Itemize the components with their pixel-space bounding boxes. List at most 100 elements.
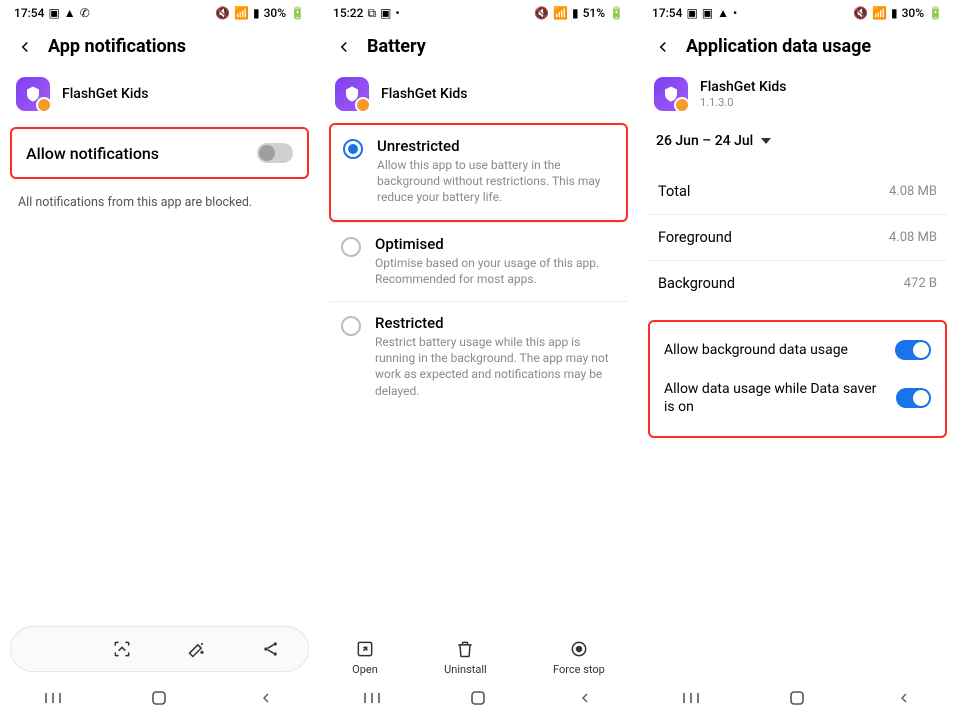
wifi-icon: 📶 — [234, 7, 249, 19]
usage-val: 472 B — [904, 276, 937, 291]
radio-icon[interactable] — [341, 237, 361, 257]
app-row[interactable]: FlashGet Kids 1.1.3.0 — [638, 71, 957, 123]
allow-notifications-row[interactable]: Allow notifications — [10, 127, 309, 179]
app-icon — [654, 77, 688, 111]
switch-label: Allow data usage while Data saver is on — [664, 380, 884, 416]
wifi-icon: 📶 — [553, 7, 568, 19]
usage-total: Total 4.08 MB — [648, 169, 947, 215]
phone-battery: 15:22 ⧉ ▣ • 🔇 📶 ▮ 51% 🔋 Battery — [319, 0, 638, 718]
status-time: 17:54 — [14, 6, 44, 20]
dot-icon: • — [733, 7, 737, 19]
radio-title: Optimised — [375, 235, 616, 253]
radio-desc: Allow this app to use battery in the bac… — [377, 157, 614, 206]
album-icon: ▣ — [48, 7, 59, 19]
usage-val: 4.08 MB — [889, 230, 937, 245]
nav-bar — [0, 684, 319, 712]
app-name: FlashGet Kids — [700, 79, 787, 95]
album-icon: ▣ — [380, 7, 391, 19]
blocked-note: All notifications from this app are bloc… — [0, 187, 319, 218]
share-icon[interactable] — [251, 634, 291, 664]
force-stop-button[interactable]: Force stop — [553, 639, 605, 676]
chevron-down-icon — [761, 138, 771, 144]
phone-data-usage: 17:54 ▣ ▣ ▲ • 🔇 📶 ▮ 30% 🔋 Application da… — [638, 0, 957, 718]
period-selector[interactable]: 26 Jun – 24 Jul — [638, 123, 957, 157]
whatsapp-icon: ✆ — [80, 7, 90, 19]
edit-icon[interactable] — [177, 634, 217, 664]
app-row[interactable]: FlashGet Kids — [319, 71, 638, 123]
action-label: Uninstall — [444, 663, 487, 676]
nav-home[interactable] — [456, 688, 500, 708]
radio-desc: Optimise based on your usage of this app… — [375, 255, 616, 287]
usage-key: Total — [658, 183, 690, 200]
wifi-icon: 📶 — [872, 7, 887, 19]
usage-val: 4.08 MB — [889, 184, 937, 199]
switch-background-data[interactable]: Allow background data usage — [656, 330, 939, 370]
signal-icon: ▮ — [253, 7, 260, 19]
battery-pct: 30% — [264, 6, 286, 20]
action-label: Force stop — [553, 663, 605, 676]
switch-toggle[interactable] — [896, 388, 931, 408]
status-bar: 15:22 ⧉ ▣ • 🔇 📶 ▮ 51% 🔋 — [319, 0, 638, 22]
header: Battery — [319, 22, 638, 71]
signal-icon: ▮ — [891, 7, 898, 19]
nav-recents[interactable] — [31, 688, 75, 708]
nav-bar — [638, 684, 957, 712]
scan-icon[interactable] — [102, 634, 142, 664]
nav-back[interactable] — [563, 688, 607, 708]
battery-icon: 🔋 — [609, 7, 624, 19]
radio-restricted[interactable]: Restricted Restrict battery usage while … — [329, 301, 628, 413]
album-icon: ▣ — [702, 7, 713, 19]
app-icon — [16, 77, 50, 111]
mute-icon: 🔇 — [534, 7, 549, 19]
app-version: 1.1.3.0 — [700, 96, 787, 109]
radio-icon[interactable] — [341, 316, 361, 336]
page-title: App notifications — [48, 36, 186, 57]
nav-recents[interactable] — [350, 688, 394, 708]
back-button[interactable] — [16, 38, 34, 56]
period-label: 26 Jun – 24 Jul — [656, 133, 753, 149]
action-bar: Open Uninstall Force stop — [319, 639, 638, 676]
switch-label: Allow background data usage — [664, 341, 848, 359]
app-icon — [335, 77, 369, 111]
switch-toggle[interactable] — [895, 340, 931, 360]
nav-recents[interactable] — [669, 688, 713, 708]
album-icon: ▣ — [686, 7, 697, 19]
warning-icon: ▲ — [717, 7, 729, 19]
battery-pct: 30% — [902, 6, 924, 20]
radio-title: Unrestricted — [377, 137, 614, 155]
mute-icon: 🔇 — [215, 7, 230, 19]
back-button[interactable] — [335, 38, 353, 56]
signal-icon: ▮ — [572, 7, 579, 19]
dot-icon: • — [395, 7, 399, 19]
pill-slot-empty — [28, 634, 68, 664]
warning-icon: ▲ — [64, 7, 76, 19]
nav-back[interactable] — [244, 688, 288, 708]
usage-key: Background — [658, 275, 735, 292]
status-time: 17:54 — [652, 6, 682, 20]
radio-icon[interactable] — [343, 139, 363, 159]
usage-foreground: Foreground 4.08 MB — [648, 215, 947, 261]
status-time: 15:22 — [333, 6, 363, 20]
battery-icon: 🔋 — [290, 7, 305, 19]
mute-icon: 🔇 — [853, 7, 868, 19]
open-button[interactable]: Open — [352, 639, 378, 676]
radio-unrestricted[interactable]: Unrestricted Allow this app to use batte… — [329, 123, 628, 222]
radio-desc: Restrict battery usage while this app is… — [375, 334, 616, 399]
uninstall-button[interactable]: Uninstall — [444, 639, 487, 676]
allow-notifications-toggle[interactable] — [257, 143, 293, 163]
camera-icon: ⧉ — [367, 7, 376, 19]
nav-back[interactable] — [882, 688, 926, 708]
radio-title: Restricted — [375, 314, 616, 332]
switch-data-saver[interactable]: Allow data usage while Data saver is on — [656, 370, 939, 426]
nav-home[interactable] — [137, 688, 181, 708]
data-switches-card: Allow background data usage Allow data u… — [648, 320, 947, 438]
radio-optimised[interactable]: Optimised Optimise based on your usage o… — [329, 222, 628, 301]
back-button[interactable] — [654, 38, 672, 56]
nav-home[interactable] — [775, 688, 819, 708]
usage-key: Foreground — [658, 229, 732, 246]
status-bar: 17:54 ▣ ▣ ▲ • 🔇 📶 ▮ 30% 🔋 — [638, 0, 957, 22]
app-row[interactable]: FlashGet Kids — [0, 71, 319, 123]
usage-list: Total 4.08 MB Foreground 4.08 MB Backgro… — [648, 169, 947, 306]
page-title: Application data usage — [686, 36, 871, 57]
allow-notifications-label: Allow notifications — [26, 144, 159, 163]
